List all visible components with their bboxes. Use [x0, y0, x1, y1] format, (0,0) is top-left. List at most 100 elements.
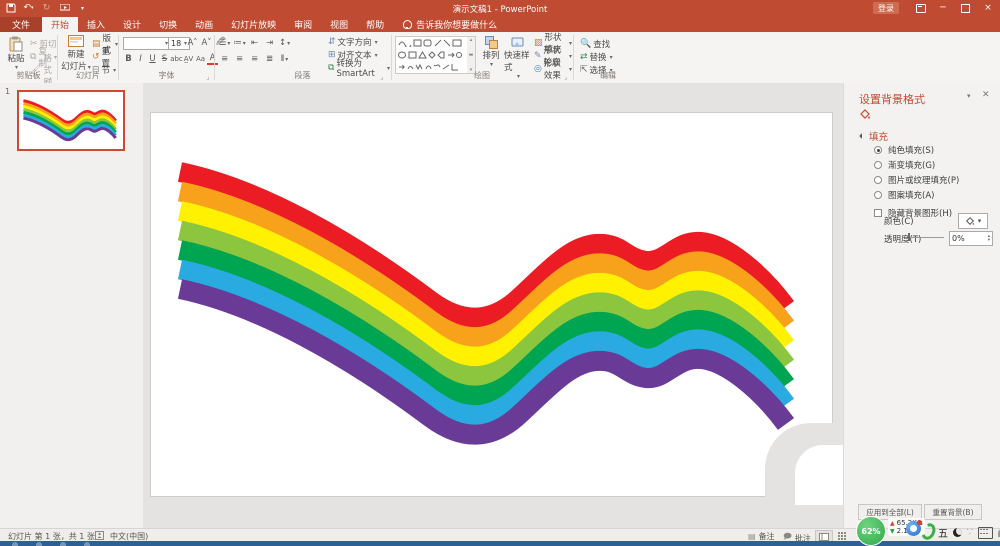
clipboard-icon [9, 36, 23, 52]
powerpoint-window: ↶▾ ↻ ▾ 演示文稿1 - PowerPoint 登录 ─ × 文件开始插入设… [0, 0, 1000, 546]
radio-icon [874, 176, 882, 184]
tab-审阅[interactable]: 审阅 [285, 17, 321, 32]
bullets-icon[interactable]: ☰▾ [219, 38, 230, 49]
fill-bucket-icon[interactable] [859, 108, 870, 119]
group-paragraph: ☰▾ ≔▾ ⇤ ⇥ ↕▾ ≡ ≡ ≡ ≣ ⫴▾ ⇵文字方向▾ ⊞对齐文本▾ ⧉转… [215, 32, 390, 83]
align-center-icon[interactable]: ≡ [234, 54, 245, 65]
new-slide-button[interactable]: 新建 幻灯片▾ [60, 35, 92, 72]
minimize-icon[interactable]: ─ [936, 1, 950, 15]
tab-视图[interactable]: 视图 [321, 17, 357, 32]
paste-button[interactable]: 粘贴 ▾ [4, 36, 28, 71]
drawing-dialog-launcher[interactable]: ⌟ [562, 73, 570, 81]
new-slide-icon [68, 35, 84, 48]
taskbar-app-icon[interactable] [84, 542, 90, 546]
arrange-icon [485, 36, 498, 49]
transparency-spinner[interactable]: 0% ▴▾ [949, 231, 993, 246]
text-direction-button[interactable]: ⇵文字方向▾ [328, 36, 378, 48]
tab-动画[interactable]: 动画 [186, 17, 222, 32]
ime-toolbar: 五 ⸪ 🔧 [938, 524, 1000, 541]
tellme[interactable]: 告诉我你想要做什么 [403, 17, 497, 32]
fill-option-1[interactable]: 渐变填充(G) [874, 160, 935, 170]
tab-切换[interactable]: 切换 [150, 17, 186, 32]
shapes-gallery-scrollbar[interactable]: ▴▬▾ [467, 36, 476, 74]
numbering-icon[interactable]: ≔▾ [234, 38, 245, 49]
overlapping-window-corner-inner [795, 445, 843, 505]
slide[interactable] [150, 112, 833, 497]
line-spacing-icon[interactable]: ↕▾ [279, 38, 290, 49]
change-case-button[interactable]: Aa [195, 54, 206, 65]
collapse-triangle-icon [859, 133, 865, 139]
close-icon[interactable]: × [981, 1, 995, 15]
replace-button[interactable]: ⇄替换▾ [580, 51, 613, 63]
fill-option-2[interactable]: 图片或纹理填充(P) [874, 175, 959, 185]
title-bar: ↶▾ ↻ ▾ 演示文稿1 - PowerPoint 登录 ─ × [0, 0, 1000, 17]
fill-option-3[interactable]: 图案填充(A) [874, 190, 934, 200]
grow-font-button[interactable]: A˄ [187, 38, 198, 49]
spinner-arrows-icon[interactable]: ▴▾ [988, 235, 990, 243]
italic-button[interactable]: I [135, 54, 146, 65]
find-button[interactable]: 🔍查找 [580, 38, 610, 50]
transparency-slider-track[interactable] [910, 237, 944, 238]
fill-option-0[interactable]: 纯色填充(S) [874, 145, 934, 155]
color-picker-button[interactable]: ▾ [958, 213, 988, 229]
accelerator-ball[interactable]: 62% [856, 516, 886, 546]
shape-row-recent [398, 39, 462, 47]
ime-sparkle-icon[interactable]: ⸪ [967, 528, 973, 537]
shrink-font-button[interactable]: A˅ [201, 38, 212, 49]
radio-icon [874, 146, 882, 154]
tab-开始[interactable]: 开始 [42, 17, 78, 32]
ime-keyboard-icon[interactable] [978, 527, 993, 539]
ime-mode-button[interactable]: 五 [938, 525, 948, 540]
columns-icon[interactable]: ⫴▾ [279, 54, 290, 65]
paragraph-dialog-launcher[interactable]: ⌟ [378, 73, 386, 81]
ime-moon-icon[interactable] [953, 528, 962, 537]
rainbow-freeform-shape[interactable] [151, 113, 834, 498]
taskbar-app-icon[interactable] [12, 542, 18, 546]
font-name-combo[interactable]: ▾ [123, 37, 171, 50]
slide-sorter-view-button[interactable] [838, 532, 846, 540]
sign-in-button[interactable]: 登录 [873, 2, 899, 14]
pane-close-icon[interactable]: ✕ [982, 90, 990, 100]
ribbon: 粘贴 ▾ ✂剪切 ⧉复制▾ 🖌格式刷 剪贴板 ⌟ 新建 幻灯片▾ ▤版式▾ ↺重… [0, 32, 1000, 84]
bold-button[interactable]: B [123, 54, 134, 65]
arrange-button[interactable]: 排列▾ [480, 36, 502, 68]
text-shadow-button[interactable]: abc [171, 54, 182, 65]
status-bar: 幻灯片 第 1 张，共 1 张 中文(中国) ▤备注 🗩批注 [0, 528, 1000, 542]
slide-editing-area[interactable] [143, 83, 843, 528]
tab-幻灯片放映[interactable]: 幻灯片放映 [222, 17, 285, 32]
increase-indent-icon[interactable]: ⇥ [264, 38, 275, 49]
fill-section-header[interactable]: 填充 [860, 129, 888, 143]
thumbnail-rainbow-graphic [19, 92, 123, 149]
tab-设计[interactable]: 设计 [114, 17, 150, 32]
strikethrough-button[interactable]: S [159, 54, 170, 65]
align-left-icon[interactable]: ≡ [219, 54, 230, 65]
radio-icon [874, 191, 882, 199]
tab-文件[interactable]: 文件 [0, 17, 42, 32]
download-arrow-icon: ▼ [890, 528, 895, 535]
windows-taskbar[interactable] [0, 541, 1000, 546]
char-spacing-button[interactable]: A̲V [183, 54, 194, 65]
shapes-gallery[interactable] [395, 36, 469, 74]
transparency-label: 透明度(T) [884, 233, 921, 245]
justify-icon[interactable]: ≣ [264, 54, 275, 65]
clipboard-dialog-launcher[interactable]: ⌟ [46, 73, 54, 81]
maximize-icon[interactable] [958, 1, 972, 15]
taskbar-app-icon[interactable] [36, 542, 42, 546]
tab-帮助[interactable]: 帮助 [357, 17, 393, 32]
ribbon-display-options-icon[interactable] [914, 1, 928, 15]
slide-thumbnail-pane: 1 [0, 83, 144, 528]
font-dialog-launcher[interactable]: ⌟ [204, 73, 212, 81]
pane-options-icon[interactable]: ▾ [967, 92, 971, 100]
align-right-icon[interactable]: ≡ [249, 54, 260, 65]
checkbox-icon [874, 209, 882, 217]
taskbar-app-icon[interactable] [60, 542, 66, 546]
decrease-indent-icon[interactable]: ⇤ [249, 38, 260, 49]
slide-thumbnail-1[interactable] [17, 90, 125, 151]
reset-button[interactable]: ↺重置 [92, 51, 118, 63]
thumbnail-number: 1 [5, 87, 10, 96]
tab-插入[interactable]: 插入 [78, 17, 114, 32]
underline-button[interactable]: U [147, 54, 158, 65]
accessibility-icon[interactable] [95, 531, 104, 540]
reset-background-button[interactable]: 重置背景(B) [924, 504, 982, 520]
browser-tray-icon[interactable] [906, 521, 921, 536]
